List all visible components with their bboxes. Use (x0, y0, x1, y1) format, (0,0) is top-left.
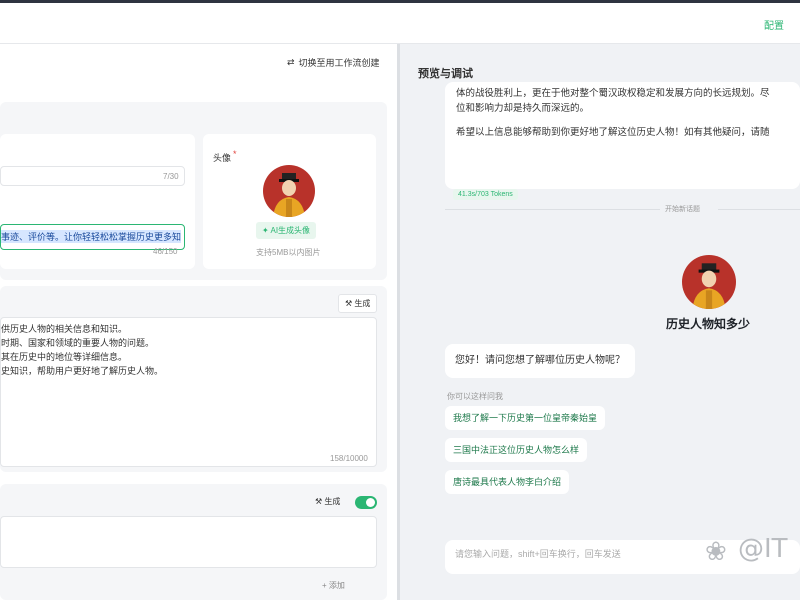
chat-input[interactable] (455, 549, 695, 559)
prompt-line: 史知识，帮助用户更好地了解历史人物。 (1, 366, 164, 376)
suggestions-title: 你可以这样问我 (447, 392, 503, 401)
message-line: 希望以上信息能够帮助到你更好地了解这位历史人物！如有其他疑问，请随 (456, 127, 770, 138)
prompt-generate-label: 生成 (354, 299, 371, 308)
bot-name-input[interactable] (0, 166, 185, 186)
intro-counter: 46/150 (153, 247, 178, 256)
opening-textarea[interactable] (0, 516, 377, 568)
suggestion-chip[interactable]: 我想了解一下历史第一位皇帝秦始皇 (445, 406, 606, 430)
bot-avatar-large (682, 255, 736, 309)
ai-generate-avatar-button[interactable]: ✦ AI生成头像 (256, 222, 317, 239)
config-link[interactable]: 配置 (764, 17, 784, 32)
bot-name: 历史人物知多少 (666, 317, 751, 331)
bot-intro-text: 事迹、评价等。让你轻轻松松掌握历史更多知 (1, 230, 181, 243)
previous-bot-message: 体的战役胜利上，更在于他对整个蜀汉政权稳定和发展方向的长远规划。尽 位和影响力却… (445, 82, 800, 200)
preview-panel: 预览与调试 体的战役胜利上，更在于他对整个蜀汉政权稳定和发展方向的长远规划。尽 … (400, 44, 800, 600)
left-config-panel: ⇄ 切换至用工作流创建 7/30 事迹、评价等。让你轻轻松松掌握历史更多知 46… (0, 44, 397, 600)
swap-icon: ⇄ (287, 57, 295, 67)
prompt-line: 供历史人物的相关信息和知识。 (1, 324, 128, 334)
suggestion-chip[interactable]: 三国中法正这位历史人物怎么样 (445, 438, 588, 462)
watermark-paw-icon: ❀ (705, 537, 727, 567)
name-counter: 7/30 (163, 172, 179, 181)
bot-avatar[interactable] (263, 165, 315, 217)
prompt-line: 时期、国家和领域的重要人物的问题。 (1, 338, 155, 348)
preview-title: 预览与调试 (418, 68, 473, 80)
required-mark: * (233, 149, 237, 159)
prompt-line: 其在历史中的地位等详细信息。 (1, 352, 128, 362)
add-question-button[interactable]: + 添加 (322, 580, 345, 591)
prompt-generate-button[interactable]: ⚒ 生成 (338, 294, 378, 313)
greeting-message: 您好！请问您想了解哪位历史人物呢？ (445, 344, 635, 378)
watermark-text: @IT (738, 534, 788, 564)
magic-wand-icon: ⚒ (345, 299, 355, 308)
opening-generate-label: 生成 (324, 497, 341, 506)
avatar-label: 头像 (213, 153, 232, 163)
window-strip (0, 0, 800, 3)
new-topic-divider: 开始新话题 (665, 206, 700, 213)
magic-wand-icon: ⚒ (315, 497, 325, 506)
suggestion-chip[interactable]: 唐诗最具代表人物李白介绍 (445, 470, 570, 494)
prompt-textarea[interactable]: 供历史人物的相关信息和知识。 时期、国家和领域的重要人物的问题。 其在历史中的地… (0, 317, 377, 467)
avatar-support-text: 支持5MB以内图片 (256, 248, 321, 257)
divider-line-left (445, 209, 660, 210)
message-line: 体的战役胜利上，更在于他对整个蜀汉政权稳定和发展方向的长远规划。尽 (456, 88, 770, 99)
ai-avatar-label: AI生成头像 (270, 226, 311, 235)
divider-line-right (718, 209, 800, 210)
switch-to-workflow-link[interactable]: ⇄ 切换至用工作流创建 (287, 56, 380, 69)
opening-generate-button[interactable]: ⚒ 生成 (315, 496, 340, 507)
plus-icon: + (322, 581, 329, 590)
message-line: 位和影响力却是持久而深远的。 (456, 103, 590, 114)
name-section: 7/30 事迹、评价等。让你轻轻松松掌握历史更多知 46/150 (0, 134, 195, 269)
token-badge: 41.3s/703 Tokens (453, 189, 518, 200)
add-label: 添加 (328, 581, 345, 590)
opening-toggle[interactable] (355, 496, 377, 509)
prompt-counter: 158/10000 (330, 454, 368, 463)
switch-label: 切换至用工作流创建 (298, 58, 380, 68)
top-bar: 配置 (0, 0, 800, 44)
